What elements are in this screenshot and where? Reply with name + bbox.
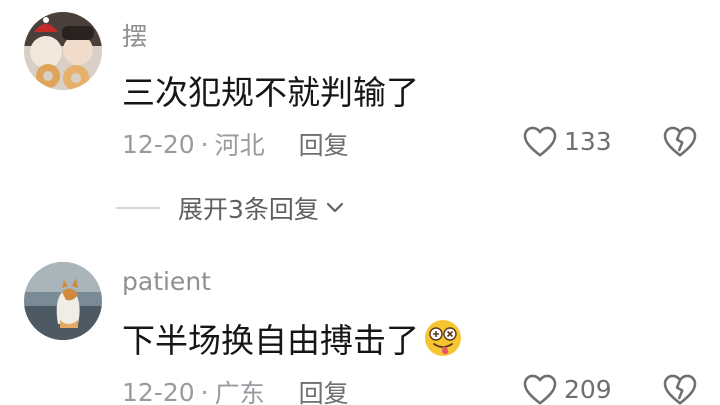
comment-text: 三次犯规不就判输了 [122,66,419,114]
comment-meta: 12-20 · 广东 回复 [122,374,349,405]
avatar[interactable] [24,262,102,340]
like-button[interactable]: 133 [522,124,612,158]
comment-location: 广东 [214,379,265,405]
dizzy-tongue-face-emoji [425,320,461,356]
reply-button[interactable]: 回复 [299,126,349,162]
broken-heart-icon [663,374,697,405]
comment-meta: 12-20 · 河北 回复 [122,126,349,162]
comment-text-content: 三次犯规不就判输了 [122,73,419,112]
like-button[interactable]: 209 [522,372,612,405]
username[interactable]: patient [122,267,211,296]
comment-item: 摆 三次犯规不就判输了 12-20 · 河北 回复 133 [0,0,720,180]
dislike-button[interactable] [662,372,698,405]
comment-list: 摆 三次犯规不就判输了 12-20 · 河北 回复 133 展开3条回复 pat… [0,0,720,405]
broken-heart-icon [663,126,697,157]
expand-replies-label[interactable]: 展开3条回复 [178,190,319,226]
username[interactable]: 摆 [122,17,147,53]
expand-replies[interactable]: 展开3条回复 [116,190,345,226]
avatar[interactable] [24,12,102,90]
heart-icon [523,126,557,157]
comment-location: 河北 [214,131,265,160]
comment-text: 下半场换自由搏击了 [122,314,463,362]
meta-separator: · [200,377,209,405]
comment-date: 12-20 [122,377,195,405]
comment-date: 12-20 [122,129,195,159]
comment-text-content: 下半场换自由搏击了 [122,321,419,360]
like-count: 133 [564,126,612,156]
divider-line [116,207,160,209]
reply-button[interactable]: 回复 [299,374,349,405]
dislike-button[interactable] [662,124,698,162]
chevron-down-icon[interactable] [325,201,345,215]
like-count: 209 [564,374,612,404]
heart-icon [523,374,557,405]
comment-item: patient 下半场换自由搏击了 12-20 · 广东 回复 209 [0,250,720,405]
meta-separator: · [200,129,209,159]
